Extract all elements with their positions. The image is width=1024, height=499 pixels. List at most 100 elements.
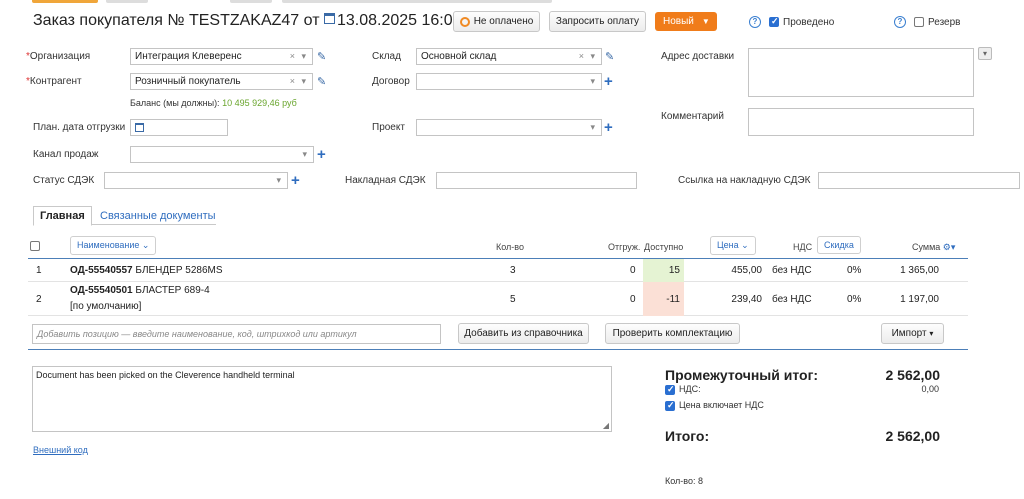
product-variant: [по умолчанию] — [70, 301, 142, 312]
status-label: Новый — [663, 16, 694, 27]
tab-main[interactable]: Главная — [33, 206, 92, 226]
cdek-link-label: Ссылка на накладную СДЭК — [678, 175, 811, 186]
chevron-down-icon[interactable]: ▾ — [302, 147, 309, 162]
clear-dropdown-icon[interactable]: × ▾ — [290, 49, 308, 64]
chevron-down-icon[interactable]: ▾ — [276, 173, 283, 188]
counterparty-select[interactable]: Розничный покупатель × ▾ — [130, 73, 313, 90]
cdek-status-select[interactable]: ▾ — [104, 172, 288, 189]
cdek-link-field[interactable] — [818, 172, 1020, 189]
resize-grip-icon[interactable]: ◢ — [603, 421, 609, 430]
price-cell[interactable]: 239,40 — [712, 294, 762, 305]
pencil-icon[interactable]: ✎ — [317, 75, 326, 88]
shipped-cell: 0 — [630, 265, 636, 276]
comment-field[interactable] — [748, 108, 974, 136]
column-vat: НДС — [793, 242, 813, 252]
qty-cell[interactable]: 3 — [510, 265, 516, 276]
sales-channel-select[interactable]: ▾ — [130, 146, 314, 163]
discount-cell[interactable]: 0% — [847, 294, 861, 305]
posted-checkbox[interactable] — [769, 16, 779, 27]
clear-dropdown-icon[interactable]: × ▾ — [290, 74, 308, 89]
vat-cell[interactable]: без НДС — [772, 265, 812, 276]
vat-cell[interactable]: без НДС — [772, 294, 812, 305]
page-title: Заказ покупателя № TESTZAKAZ47 от 13.08.… — [33, 12, 462, 30]
order-datetime[interactable]: 13.08.2025 16:06 — [337, 12, 462, 29]
chevron-down-icon[interactable]: ▾ — [590, 74, 597, 89]
add-from-catalog-button[interactable]: Добавить из справочника — [458, 323, 589, 344]
counterparty-label: *Контрагент — [26, 76, 82, 87]
request-payment-button[interactable]: Запросить оплату — [549, 11, 646, 32]
column-name-sort[interactable]: Наименование ⌄ — [70, 236, 157, 255]
section-separator — [28, 349, 968, 350]
reserve-label: Резерв — [928, 17, 961, 28]
vat-label: НДС: — [679, 384, 701, 394]
chevron-down-icon[interactable]: ▾ — [590, 120, 597, 135]
reserve-checkbox[interactable] — [914, 17, 924, 27]
total-value: 2 562,00 — [885, 428, 941, 444]
row-number: 2 — [36, 294, 42, 305]
payment-status-button[interactable]: Не оплачено — [453, 11, 540, 32]
subtotal-value: 2 562,00 — [885, 367, 941, 383]
row-number: 1 — [36, 265, 42, 276]
contract-label: Договор — [372, 76, 410, 87]
help-icon[interactable]: ? — [894, 16, 906, 28]
column-qty: Кол-во — [496, 242, 524, 252]
price-includes-vat-checkbox[interactable] — [665, 400, 675, 411]
select-all-checkbox[interactable] — [30, 241, 40, 251]
discount-cell[interactable]: 0% — [847, 265, 861, 276]
cdek-waybill-field[interactable] — [436, 172, 637, 189]
column-price-sort[interactable]: Цена ⌄ — [710, 236, 756, 255]
sales-channel-label: Канал продаж — [33, 149, 99, 160]
price-includes-vat-label: Цена включает НДС — [679, 400, 764, 410]
delivery-address-field[interactable] — [748, 48, 974, 97]
tab-related-documents[interactable]: Связанные документы — [96, 206, 220, 226]
add-contract-icon[interactable]: + — [604, 74, 613, 89]
status-dropdown[interactable]: Новый ▼ — [655, 12, 717, 31]
column-available: Доступно — [644, 242, 684, 252]
pencil-icon[interactable]: ✎ — [317, 50, 326, 63]
price-cell[interactable]: 455,00 — [712, 265, 762, 276]
available-cell: 15 — [668, 265, 680, 276]
add-cdek-status-icon[interactable]: + — [291, 173, 300, 188]
vat-value: 0,00 — [921, 384, 939, 394]
cdek-waybill-label: Накладная СДЭК — [345, 175, 426, 186]
subtotal-label: Промежуточный итог: — [665, 367, 819, 383]
help-icon[interactable]: ? — [749, 16, 761, 28]
organization-label: *Организация — [26, 51, 91, 62]
add-item-input[interactable]: Добавить позицию — введите наименование,… — [32, 324, 441, 344]
column-shipped: Отгруж. — [608, 242, 641, 252]
warehouse-select[interactable]: Основной склад × ▾ — [416, 48, 602, 65]
add-project-icon[interactable]: + — [604, 120, 613, 135]
status-ring-icon — [459, 16, 470, 27]
vat-checkbox[interactable] — [665, 384, 675, 395]
available-cell: -11 — [666, 294, 680, 305]
project-select[interactable]: ▾ — [416, 119, 602, 136]
external-code-link[interactable]: Внешний код — [33, 445, 88, 455]
qty-cell[interactable]: 5 — [510, 294, 516, 305]
organization-select[interactable]: Интеграция Клеверенс × ▾ — [130, 48, 313, 65]
expand-icon[interactable]: ▾ — [978, 47, 992, 60]
delivery-address-label: Адрес доставки — [661, 51, 735, 62]
document-comment[interactable]: Document has been picked on the Cleveren… — [32, 366, 612, 432]
sum-cell: 1 365,00 — [900, 265, 939, 276]
chevron-down-icon: ▾ — [929, 329, 934, 338]
shipped-cell: 0 — [630, 294, 636, 305]
calendar-icon — [135, 123, 144, 132]
clear-dropdown-icon[interactable]: × ▾ — [579, 49, 597, 64]
calendar-icon[interactable] — [323, 13, 335, 24]
check-kit-button[interactable]: Проверить комплектацию — [605, 323, 740, 344]
contract-select[interactable]: ▾ — [416, 73, 602, 90]
column-discount[interactable]: Скидка — [817, 236, 861, 254]
project-label: Проект — [372, 122, 405, 133]
pencil-icon[interactable]: ✎ — [605, 50, 614, 63]
add-sales-channel-icon[interactable]: + — [317, 147, 326, 162]
posted-label: Проведено — [783, 17, 835, 28]
product-name[interactable]: ОД-55540501 БЛАСТЕР 689-4 — [70, 285, 210, 296]
import-button[interactable]: Импорт ▾ — [881, 323, 944, 344]
order-number: TESTZAKAZ47 — [188, 12, 300, 29]
product-name[interactable]: ОД-55540557 БЛЕНДЕР 5286MS — [70, 265, 223, 276]
quantity-total: Кол-во: 8 — [665, 476, 703, 486]
settings-gear-icon[interactable]: ⚙▾ — [943, 242, 956, 252]
title-prefix: Заказ покупателя № — [33, 12, 185, 29]
ship-date-field[interactable] — [130, 119, 228, 136]
request-payment-label: Запросить оплату — [555, 16, 640, 27]
